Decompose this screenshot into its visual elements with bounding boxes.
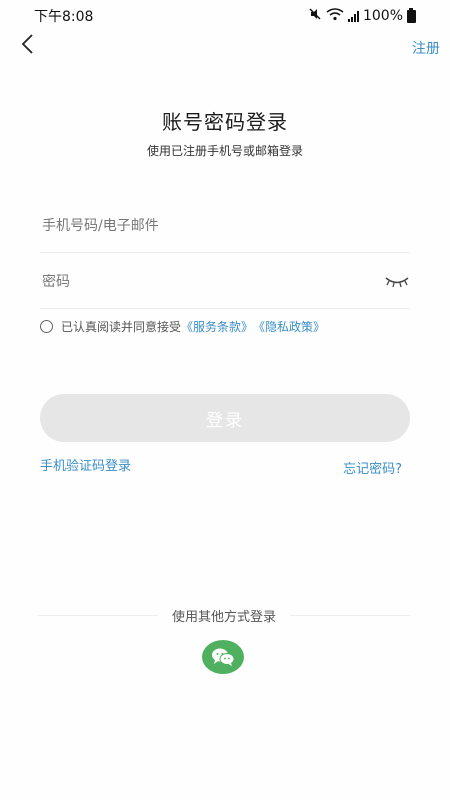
battery-icon bbox=[407, 7, 416, 23]
register-link[interactable]: 注册 bbox=[412, 38, 440, 58]
agreement-text: 已认真阅读并同意接受 bbox=[61, 320, 182, 334]
other-login-divider: 使用其他方式登录 bbox=[38, 606, 411, 625]
agreement-checkbox[interactable] bbox=[40, 320, 53, 333]
privacy-policy-link[interactable]: 《隐私政策》 bbox=[253, 318, 325, 335]
status-time: 下午8:08 bbox=[34, 9, 94, 25]
signal-icon bbox=[347, 10, 359, 22]
battery-percent: 100% bbox=[362, 8, 403, 24]
password-visibility-toggle[interactable] bbox=[384, 273, 410, 291]
password-field bbox=[40, 256, 410, 309]
login-screen: 下午8:08 100% 注册 账号密码登录 使用已注册手机号或邮箱登录 手机号码… bbox=[0, 0, 450, 800]
agreement-row: 已认真阅读并同意接受 《服务条款》 《隐私政策》 bbox=[40, 318, 410, 335]
status-bar: 下午8:08 100% bbox=[0, 0, 450, 32]
chevron-left-icon bbox=[21, 34, 33, 54]
divider-line-right bbox=[290, 615, 411, 616]
phone-email-input[interactable] bbox=[40, 218, 410, 234]
other-login-label: 使用其他方式登录 bbox=[172, 610, 277, 625]
login-button[interactable]: 登录 bbox=[40, 394, 410, 442]
wifi-icon bbox=[326, 7, 344, 25]
eye-closed-icon bbox=[385, 277, 409, 288]
service-terms-link[interactable]: 《服务条款》 bbox=[181, 318, 253, 335]
divider-line-left bbox=[38, 615, 158, 616]
sms-login-link[interactable]: 手机验证码登录 bbox=[40, 455, 131, 474]
back-button[interactable] bbox=[14, 30, 42, 58]
status-icons: 100% bbox=[308, 7, 416, 25]
password-input[interactable] bbox=[40, 274, 384, 290]
mute-icon bbox=[308, 7, 322, 25]
wechat-login-button[interactable] bbox=[202, 640, 244, 674]
phone-email-field bbox=[40, 200, 410, 253]
page-title: 账号密码登录 bbox=[162, 110, 288, 134]
forgot-password-link[interactable]: 忘记密码? bbox=[343, 458, 402, 477]
wechat-icon bbox=[212, 648, 235, 666]
page-subtitle: 使用已注册手机号或邮箱登录 bbox=[146, 144, 303, 158]
